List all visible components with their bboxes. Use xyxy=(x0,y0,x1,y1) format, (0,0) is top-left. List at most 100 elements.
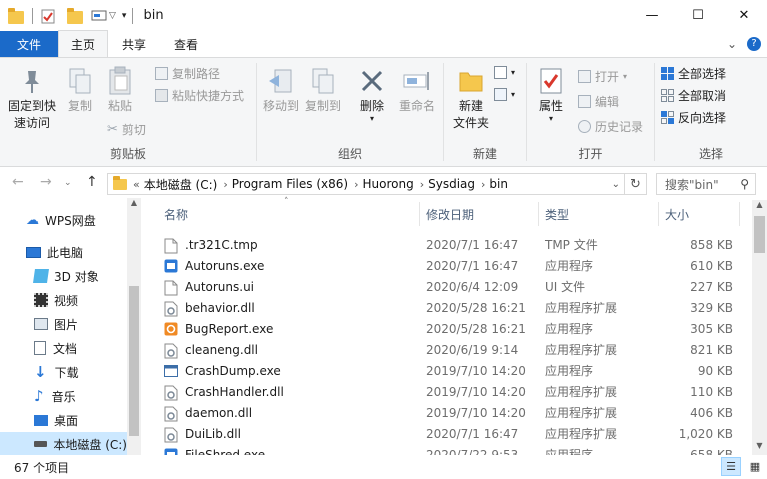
breadcrumb-huorong[interactable]: Huorong xyxy=(362,177,413,191)
delete-button[interactable]: 删除 ▾ xyxy=(354,64,390,123)
nav-item-documents[interactable]: 文档 xyxy=(0,336,127,360)
table-row[interactable]: cleaneng.dll 2020/6/19 9:14 应用程序扩展 821 KB xyxy=(150,339,750,360)
rename-icon[interactable] xyxy=(91,9,107,23)
breadcrumb-bin[interactable]: bin xyxy=(489,177,508,191)
nav-item-3d-objects[interactable]: 3D 对象 xyxy=(0,264,127,288)
address-bar[interactable]: « 本地磁盘 (C:) › Program Files (x86) › Huor… xyxy=(107,173,647,195)
breadcrumb-chevron[interactable]: › xyxy=(481,178,485,191)
address-overflow[interactable]: « xyxy=(133,178,140,191)
nav-item-desktop[interactable]: 桌面 xyxy=(0,408,127,432)
column-divider[interactable] xyxy=(538,202,539,226)
copy-button[interactable]: 复制 xyxy=(62,64,98,115)
copy-to-button[interactable]: 复制到 xyxy=(303,64,343,115)
address-dropdown-icon[interactable]: ⌄ xyxy=(612,179,620,190)
scroll-up-icon[interactable]: ▲ xyxy=(127,198,141,212)
qat-customize-icon[interactable]: ▾ xyxy=(122,11,127,21)
scroll-down-icon[interactable]: ▼ xyxy=(752,441,767,455)
breadcrumb-program-files[interactable]: Program Files (x86) xyxy=(232,177,348,191)
table-row[interactable]: behavior.dll 2020/5/28 16:21 应用程序扩展 329 KB xyxy=(150,297,750,318)
cut-button[interactable]: ✂ 剪切 xyxy=(107,121,146,138)
open-button[interactable]: 打开 ▾ xyxy=(578,68,627,85)
refresh-icon[interactable]: ↻ xyxy=(624,174,646,194)
back-arrow-icon[interactable]: ← xyxy=(12,174,24,190)
history-button[interactable]: 历史记录 xyxy=(578,118,643,135)
paste-shortcut-button[interactable]: 粘贴快捷方式 xyxy=(155,87,244,104)
nav-item-videos[interactable]: 视频 xyxy=(0,288,127,312)
table-row[interactable]: Autoruns.ui 2020/6/4 12:09 UI 文件 227 KB xyxy=(150,276,750,297)
properties-dropdown-icon[interactable]: ▾ xyxy=(533,115,569,123)
details-view-icon[interactable]: ☰ xyxy=(721,457,741,476)
table-row[interactable]: daemon.dll 2019/7/10 14:20 应用程序扩展 406 KB xyxy=(150,402,750,423)
rename-button[interactable]: 重命名 xyxy=(394,64,440,115)
delete-dropdown-icon[interactable]: ▾ xyxy=(354,115,390,123)
copy-path-button[interactable]: 复制路径 xyxy=(155,65,220,82)
navigation-scrollbar[interactable]: ▲ xyxy=(127,198,141,455)
column-name[interactable]: 名称 xyxy=(164,200,188,228)
new-folder-icon[interactable] xyxy=(67,7,83,24)
select-none-button[interactable]: 全部取消 xyxy=(661,87,726,104)
tab-share[interactable]: 共享 xyxy=(108,31,160,57)
column-divider[interactable] xyxy=(739,202,740,226)
scroll-thumb[interactable] xyxy=(754,216,765,253)
maximize-button[interactable]: ☐ xyxy=(675,0,721,31)
table-row[interactable]: .tr321C.tmp 2020/7/1 16:47 TMP 文件 858 KB xyxy=(150,234,750,255)
tab-home[interactable]: 主页 xyxy=(58,30,108,57)
select-none-icon xyxy=(661,89,674,102)
recent-dropdown-icon[interactable]: ⌄ xyxy=(64,178,72,188)
table-row[interactable]: Autoruns.exe 2020/7/1 16:47 应用程序 610 KB xyxy=(150,255,750,276)
file-size: 305 KB xyxy=(690,321,733,336)
new-folder-button[interactable]: 新建 文件夹 xyxy=(448,64,494,132)
scroll-up-icon[interactable]: ▲ xyxy=(752,200,767,214)
tab-view[interactable]: 查看 xyxy=(160,31,212,57)
pin-quick-access-button[interactable]: 固定到快 速访问 xyxy=(4,64,60,132)
paste-button[interactable]: 粘贴 xyxy=(102,64,138,115)
easy-access-button[interactable]: ▾ xyxy=(494,88,515,101)
nav-item-downloads[interactable]: ↓ 下载 xyxy=(0,360,127,384)
breadcrumb-sysdiag[interactable]: Sysdiag xyxy=(428,177,475,191)
tab-file[interactable]: 文件 xyxy=(0,31,58,57)
table-row[interactable]: CrashHandler.dll 2019/7/10 14:20 应用程序扩展 110… xyxy=(150,381,750,402)
close-button[interactable]: ✕ xyxy=(721,0,767,31)
table-row[interactable]: CrashDump.exe 2019/7/10 14:20 应用程序 90 KB xyxy=(150,360,750,381)
copy-path-label: 复制路径 xyxy=(172,67,221,81)
search-input[interactable]: 搜索"bin" ⚲ xyxy=(656,173,756,195)
nav-item-local-disk[interactable]: 本地磁盘 (C:) xyxy=(0,432,127,455)
nav-item-this-pc[interactable]: 此电脑 xyxy=(0,240,127,264)
nav-item-music[interactable]: ♪ 音乐 xyxy=(0,384,127,408)
file-date: 2020/7/1 16:47 xyxy=(426,426,519,441)
copy-label: 复制 xyxy=(67,99,92,113)
breadcrumb-c-drive[interactable]: 本地磁盘 (C:) xyxy=(144,176,218,193)
breadcrumb-chevron[interactable]: › xyxy=(223,178,227,191)
help-icon[interactable]: ? xyxy=(747,37,761,51)
large-icons-view-icon[interactable]: ▦ xyxy=(745,457,765,476)
column-date[interactable]: 修改日期 xyxy=(426,200,474,228)
table-row[interactable]: BugReport.exe 2020/5/28 16:21 应用程序 305 KB xyxy=(150,318,750,339)
file-list-scrollbar[interactable]: ▲ ▼ xyxy=(752,200,767,455)
move-to-button[interactable]: 移动到 xyxy=(261,64,301,115)
minimize-button[interactable]: — xyxy=(629,0,675,31)
dll-icon xyxy=(164,343,178,358)
up-arrow-icon[interactable]: ↑ xyxy=(86,174,98,190)
select-all-button[interactable]: 全部选择 xyxy=(661,65,726,82)
forward-arrow-icon[interactable]: → xyxy=(40,174,52,190)
breadcrumb-chevron[interactable]: › xyxy=(354,178,358,191)
properties-button[interactable]: 属性 ▾ xyxy=(533,64,569,123)
column-divider[interactable] xyxy=(419,202,420,226)
invert-selection-button[interactable]: 反向选择 xyxy=(661,109,726,126)
qat-dropdown-icon[interactable]: ▽ xyxy=(109,11,116,21)
column-type[interactable]: 类型 xyxy=(545,200,569,228)
column-divider[interactable] xyxy=(658,202,659,226)
nav-item-pictures[interactable]: 图片 xyxy=(0,312,127,336)
column-size[interactable]: 大小 xyxy=(665,200,689,228)
new-item-button[interactable]: ▾ xyxy=(494,66,515,79)
ribbon-tabs: 文件 主页 共享 查看 ⌄ ? xyxy=(0,30,767,57)
nav-item-wps[interactable]: ☁ WPS网盘 xyxy=(0,208,127,232)
edit-button[interactable]: 编辑 xyxy=(578,93,619,110)
properties-check-icon[interactable] xyxy=(41,9,57,23)
table-row[interactable]: DuiLib.dll 2020/7/1 16:47 应用程序扩展 1,020 KB xyxy=(150,423,750,444)
collapse-ribbon-icon[interactable]: ⌄ xyxy=(727,37,737,51)
invert-selection-icon xyxy=(661,111,674,124)
document-icon xyxy=(34,341,46,355)
breadcrumb-chevron[interactable]: › xyxy=(420,178,424,191)
scroll-thumb[interactable] xyxy=(129,286,139,436)
